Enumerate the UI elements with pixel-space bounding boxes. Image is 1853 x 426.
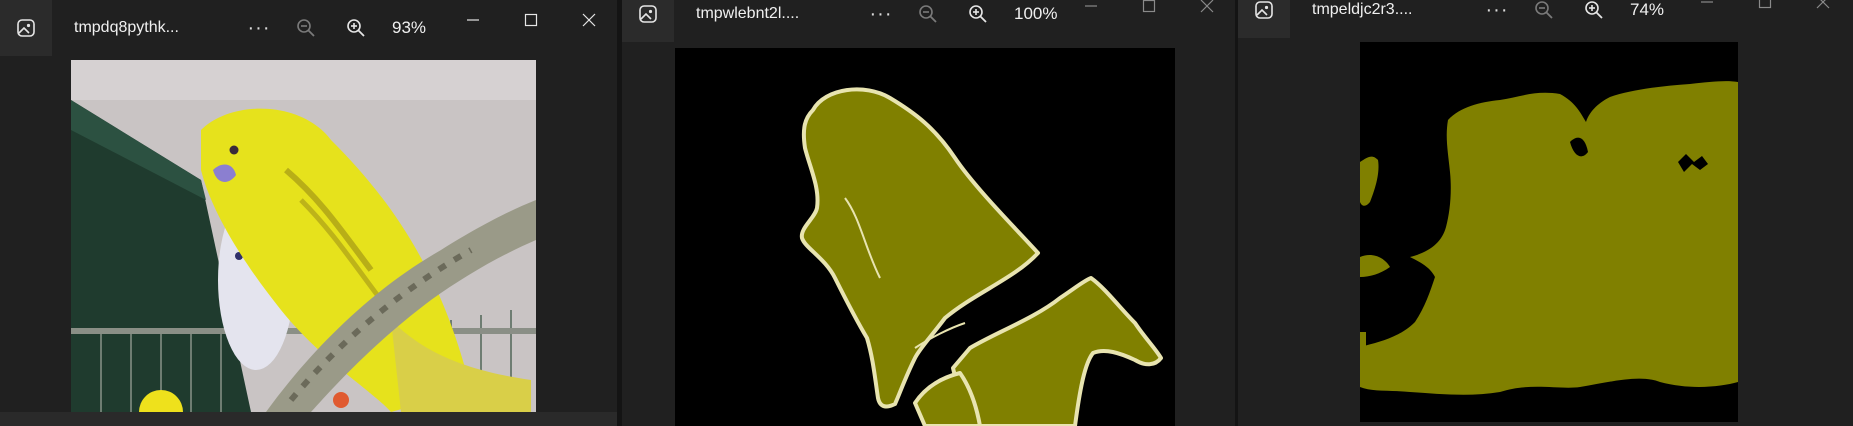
segmentation-mask-coarse xyxy=(1360,42,1738,422)
zoom-in-icon[interactable] xyxy=(1576,0,1612,28)
zoom-out-icon[interactable] xyxy=(1526,0,1562,28)
maximize-icon[interactable] xyxy=(1120,0,1178,26)
more-options-icon[interactable]: ··· xyxy=(1482,0,1512,22)
maximize-icon[interactable] xyxy=(502,0,560,40)
zoom-level: 93% xyxy=(392,18,427,37)
image-app-icon[interactable] xyxy=(622,0,674,42)
close-icon[interactable] xyxy=(1794,0,1852,22)
photos-window-1: tmpdq8pythk... ··· 93% xyxy=(0,0,617,426)
more-options-icon[interactable]: ··· xyxy=(866,3,896,26)
zoom-in-icon[interactable] xyxy=(960,0,996,32)
window-title: tmpdq8pythk... xyxy=(74,19,179,36)
more-options-icon[interactable]: ··· xyxy=(244,17,274,40)
zoom-out-icon[interactable] xyxy=(910,0,946,32)
zoom-level: 100% xyxy=(1014,4,1058,23)
budgie-photo xyxy=(71,60,536,412)
image-app-icon[interactable] xyxy=(1238,0,1290,38)
caption-buttons xyxy=(444,0,617,40)
close-icon[interactable] xyxy=(560,0,617,40)
close-icon[interactable] xyxy=(1178,0,1235,26)
image-app-icon[interactable] xyxy=(0,0,52,56)
zoom-level: 74% xyxy=(1630,0,1665,19)
status-strip xyxy=(0,412,617,426)
minimize-icon[interactable] xyxy=(1678,0,1736,22)
minimize-icon[interactable] xyxy=(444,0,502,40)
minimize-icon[interactable] xyxy=(1062,0,1120,26)
photos-window-2: tmpwlebnt2l.... ··· 100% xyxy=(622,0,1235,426)
window-title: tmpeldjc2r3.... xyxy=(1312,1,1413,18)
photos-window-3: tmpeldjc2r3.... ··· 74% xyxy=(1238,0,1853,426)
zoom-in-icon[interactable] xyxy=(338,10,374,46)
maximize-icon[interactable] xyxy=(1736,0,1794,22)
segmentation-mask-outlined xyxy=(675,48,1175,426)
window-title: tmpwlebnt2l.... xyxy=(696,5,800,22)
caption-buttons xyxy=(1678,0,1852,22)
zoom-out-icon[interactable] xyxy=(288,10,324,46)
caption-buttons xyxy=(1062,0,1235,26)
